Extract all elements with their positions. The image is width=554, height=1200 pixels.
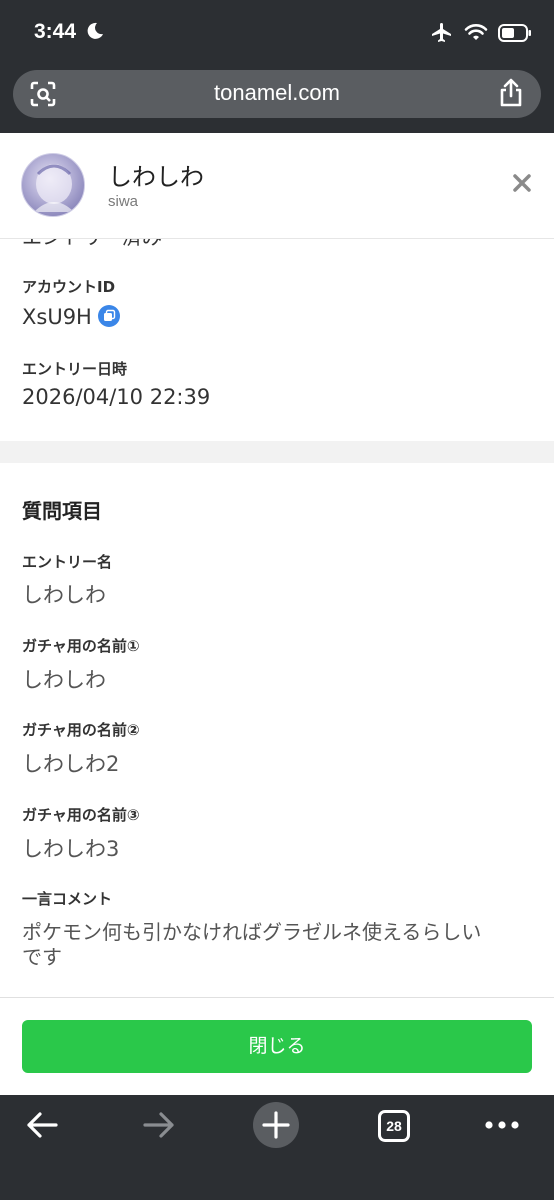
footer-divider bbox=[0, 997, 554, 998]
moon-icon bbox=[87, 22, 103, 39]
status-bar: 3:44 bbox=[0, 0, 554, 62]
back-arrow-icon[interactable] bbox=[24, 1107, 60, 1143]
url-text[interactable]: tonamel.com bbox=[13, 80, 541, 106]
question-value-comment-line1: ポケモン何も引かなければグラゼルネ使えるらしい bbox=[22, 920, 482, 944]
user-handle: siwa bbox=[108, 193, 139, 210]
question-value-gacha-name-2: しわしわ2 bbox=[22, 752, 120, 776]
close-button[interactable]: 閉じる bbox=[22, 1020, 532, 1073]
questions-title: 質問項目 bbox=[22, 499, 102, 523]
new-tab-icon[interactable] bbox=[252, 1101, 300, 1149]
question-label-entry-name: エントリー名 bbox=[22, 553, 113, 571]
avatar bbox=[21, 153, 85, 217]
entry-detail-modal: しわしわ siwa エントリー済み アカウントID XsU9H エントリー日時 … bbox=[0, 133, 554, 1095]
wifi-icon bbox=[464, 24, 488, 40]
profile-header: しわしわ siwa bbox=[0, 133, 554, 239]
entry-time-value: 2026/04/10 22:39 bbox=[22, 385, 211, 409]
airplane-icon bbox=[432, 23, 451, 42]
tab-count-button[interactable]: 28 bbox=[378, 1110, 410, 1142]
question-value-gacha-name-3: しわしわ3 bbox=[22, 837, 120, 861]
question-value-comment-line2: です bbox=[22, 945, 62, 969]
more-icon[interactable] bbox=[484, 1119, 520, 1131]
forward-arrow-icon[interactable] bbox=[141, 1107, 177, 1143]
share-icon[interactable] bbox=[497, 78, 525, 108]
account-id-label: アカウントID bbox=[22, 278, 116, 296]
user-display-name: しわしわ bbox=[108, 163, 204, 191]
browser-toolbar: 28 bbox=[0, 1095, 554, 1200]
avatar-illustration bbox=[34, 164, 74, 212]
address-bar[interactable]: tonamel.com bbox=[13, 70, 541, 118]
battery-icon bbox=[498, 24, 531, 42]
copy-icon[interactable] bbox=[97, 305, 120, 327]
section-divider bbox=[0, 441, 554, 463]
status-icons bbox=[430, 20, 532, 46]
question-label-gacha-name-1: ガチャ用の名前① bbox=[22, 637, 140, 655]
question-value-entry-name: しわしわ bbox=[22, 583, 106, 607]
entry-time-label: エントリー日時 bbox=[22, 360, 128, 378]
account-id-text: XsU9H bbox=[22, 305, 92, 329]
account-id-value: XsU9H bbox=[22, 305, 120, 329]
question-value-gacha-name-1: しわしわ bbox=[22, 668, 106, 692]
close-icon[interactable] bbox=[512, 173, 532, 193]
question-label-comment: 一言コメント bbox=[22, 890, 113, 908]
status-time: 3:44 bbox=[34, 20, 77, 43]
question-label-gacha-name-3: ガチャ用の名前③ bbox=[22, 806, 140, 824]
question-label-gacha-name-2: ガチャ用の名前② bbox=[22, 721, 140, 739]
